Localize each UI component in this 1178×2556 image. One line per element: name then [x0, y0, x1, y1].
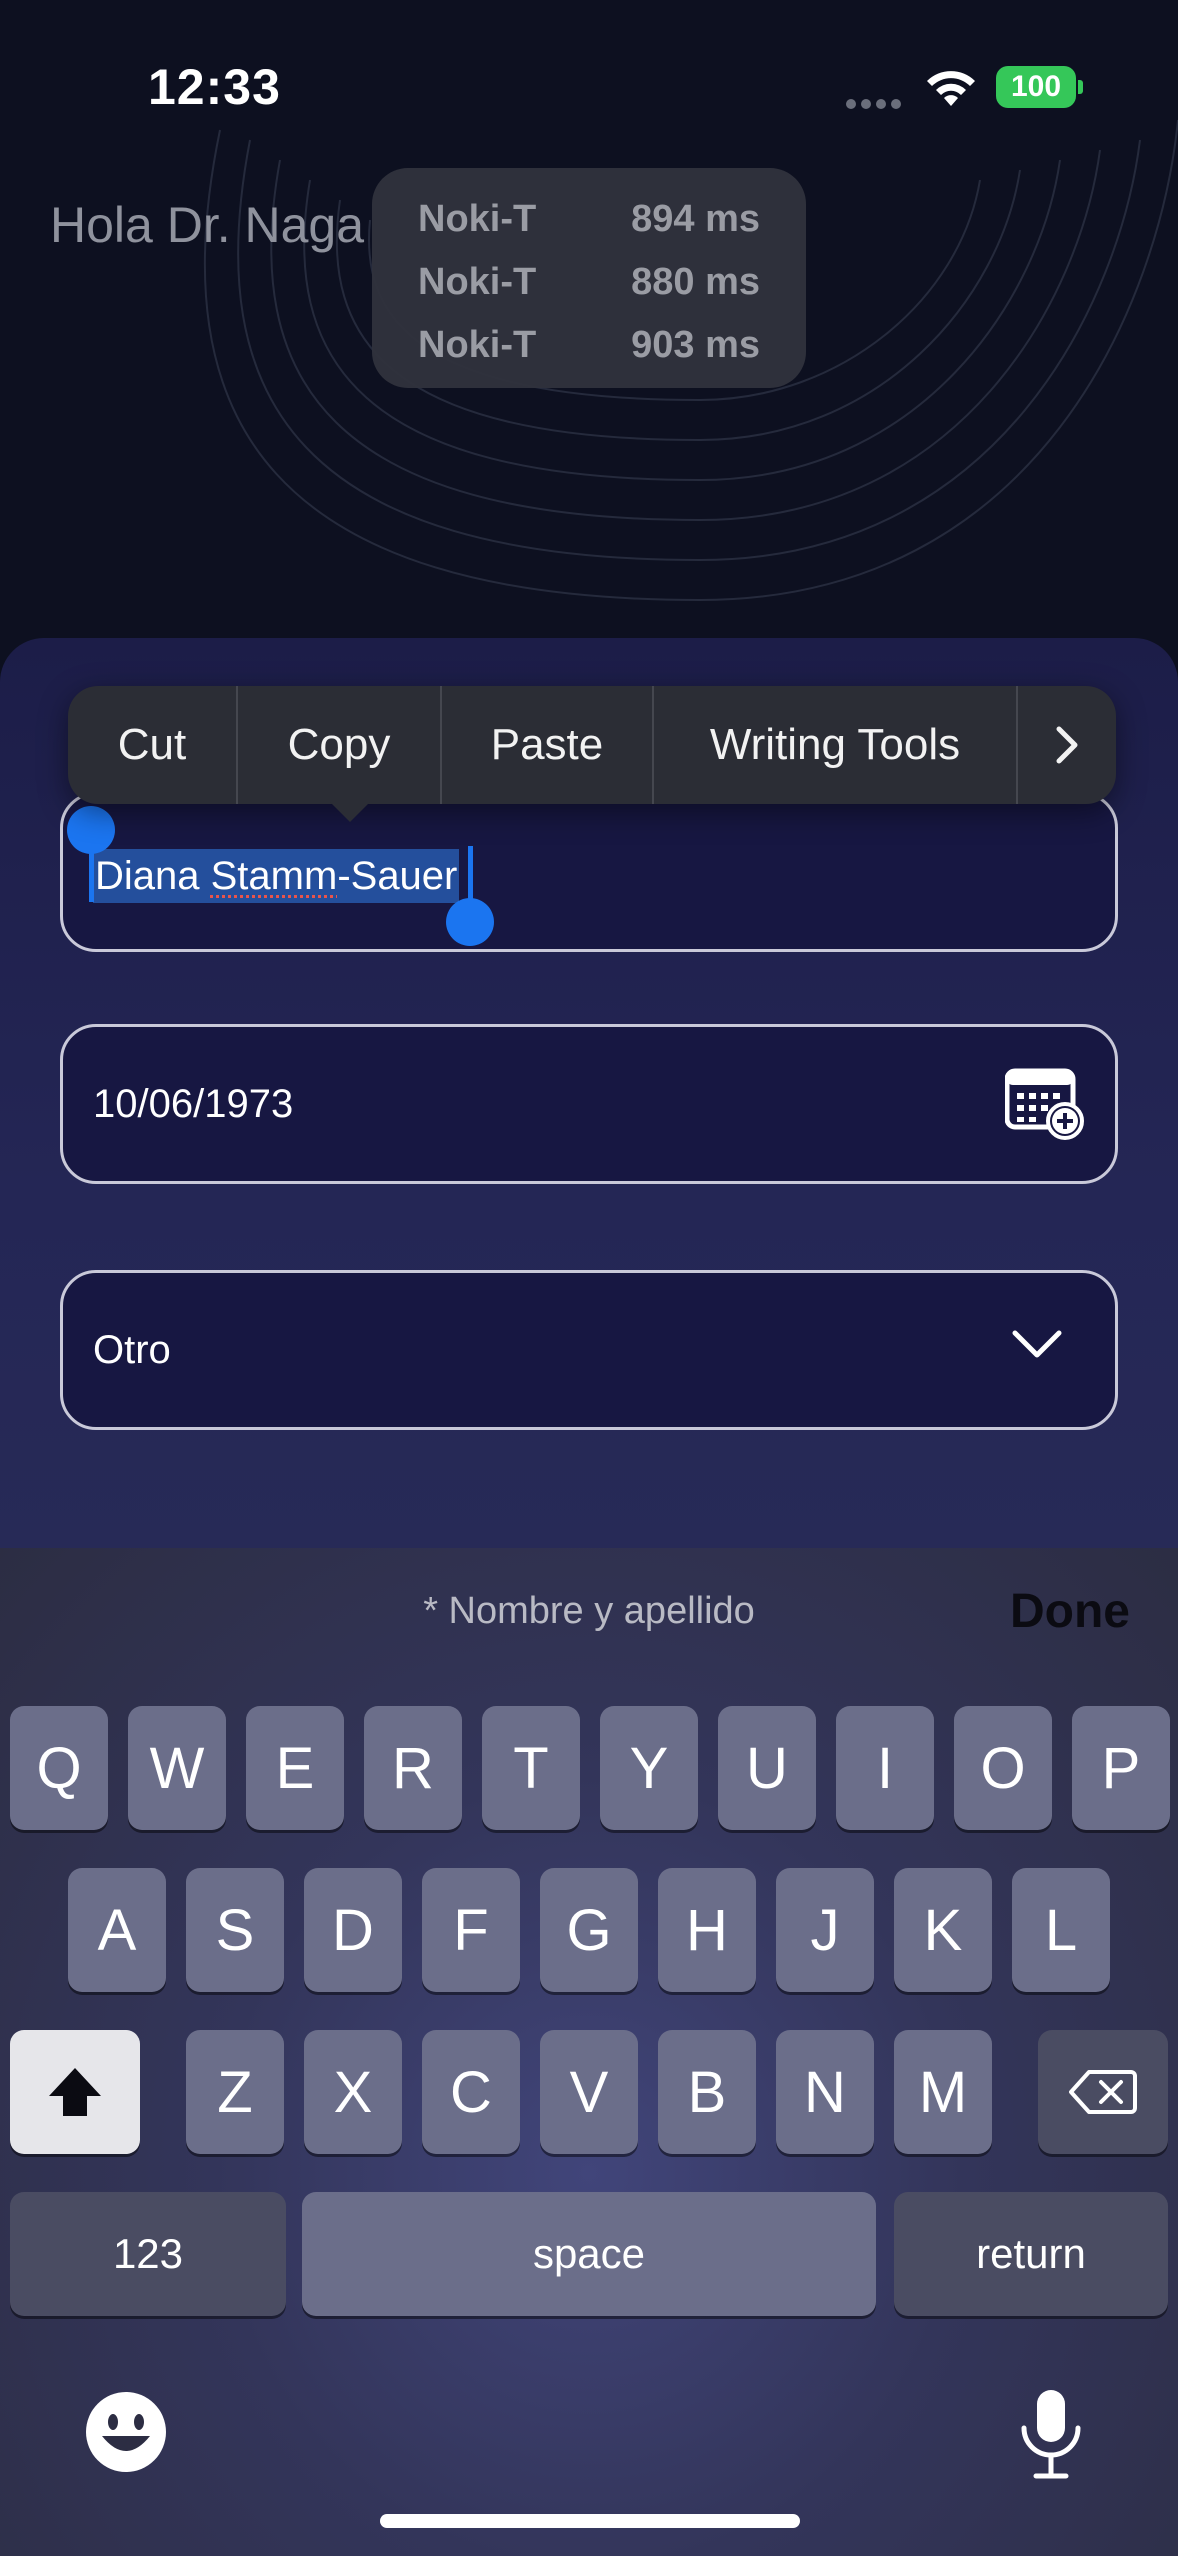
key-c[interactable]: C — [422, 2030, 520, 2154]
key-o[interactable]: O — [954, 1706, 1052, 1830]
latency-row: Noki-T 894 ms — [418, 188, 760, 251]
latency-row: Noki-T 903 ms — [418, 314, 760, 377]
more-menu-button[interactable] — [1018, 686, 1116, 804]
key-b[interactable]: B — [658, 2030, 756, 2154]
gender-select[interactable]: Otro — [60, 1270, 1118, 1430]
key-i[interactable]: I — [836, 1706, 934, 1830]
selection-end-bar — [468, 846, 473, 902]
latency-name: Noki-T — [418, 261, 537, 303]
delete-key[interactable] — [1038, 2030, 1168, 2154]
selected-name-text[interactable]: Diana Stamm-Sauer — [93, 849, 460, 903]
paste-menu-item[interactable]: Paste — [442, 686, 654, 804]
selection-start-bar — [89, 846, 94, 902]
key-m[interactable]: M — [894, 2030, 992, 2154]
return-key[interactable]: return — [894, 2192, 1168, 2316]
delete-icon — [1069, 2070, 1137, 2114]
battery-indicator: 100 — [996, 66, 1076, 108]
microphone-icon[interactable] — [1018, 2388, 1084, 2480]
selection-start-handle[interactable] — [67, 806, 115, 854]
key-e[interactable]: E — [246, 1706, 344, 1830]
birthdate-field[interactable]: 10/06/1973 — [60, 1024, 1118, 1184]
key-s[interactable]: S — [186, 1868, 284, 1992]
key-k[interactable]: K — [894, 1868, 992, 1992]
gender-value: Otro — [93, 1328, 171, 1372]
chevron-right-icon — [1056, 726, 1078, 764]
name-text-first: Diana — [95, 854, 211, 898]
latency-overlay: Noki-T 894 ms Noki-T 880 ms Noki-T 903 m… — [372, 168, 806, 388]
status-time: 12:33 — [148, 59, 281, 115]
copy-menu-item[interactable]: Copy — [238, 686, 442, 804]
cellular-signal-icon — [846, 96, 906, 109]
context-menu-pointer — [330, 802, 370, 822]
done-button[interactable]: Done — [1010, 1584, 1130, 1639]
shift-key[interactable] — [10, 2030, 140, 2154]
battery-tip — [1078, 80, 1083, 94]
key-h[interactable]: H — [658, 1868, 756, 1992]
key-f[interactable]: F — [422, 1868, 520, 1992]
key-g[interactable]: G — [540, 1868, 638, 1992]
latency-name: Noki-T — [418, 324, 537, 366]
name-field[interactable]: Diana Stamm-Sauer — [60, 792, 1118, 952]
key-q[interactable]: Q — [10, 1706, 108, 1830]
birthdate-value: 10/06/1973 — [93, 1082, 294, 1126]
key-j[interactable]: J — [776, 1868, 874, 1992]
chevron-down-icon — [1012, 1330, 1062, 1358]
key-p[interactable]: P — [1072, 1706, 1170, 1830]
key-w[interactable]: W — [128, 1706, 226, 1830]
key-a[interactable]: A — [68, 1868, 166, 1992]
key-u[interactable]: U — [718, 1706, 816, 1830]
name-text-rest: -Sauer — [337, 854, 458, 898]
name-text-misspelled: Stamm — [210, 854, 338, 898]
latency-value: 894 ms — [631, 198, 760, 240]
key-v[interactable]: V — [540, 2030, 638, 2154]
cut-menu-item[interactable]: Cut — [68, 686, 238, 804]
key-x[interactable]: X — [304, 2030, 402, 2154]
key-n[interactable]: N — [776, 2030, 874, 2154]
latency-row: Noki-T 880 ms — [418, 251, 760, 314]
keyboard-field-hint: * Nombre y apellido — [423, 1590, 755, 1632]
keyboard-toolbar: * Nombre y apellido Done — [0, 1548, 1178, 1682]
emoji-icon[interactable] — [84, 2390, 168, 2474]
numbers-key[interactable]: 123 — [10, 2192, 286, 2316]
latency-value: 903 ms — [631, 324, 760, 366]
space-key[interactable]: space — [302, 2192, 876, 2316]
key-d[interactable]: D — [304, 1868, 402, 1992]
key-z[interactable]: Z — [186, 2030, 284, 2154]
latency-value: 880 ms — [631, 261, 760, 303]
wifi-icon — [927, 71, 975, 106]
shift-icon — [49, 2068, 101, 2116]
home-indicator — [380, 2514, 800, 2528]
key-r[interactable]: R — [364, 1706, 462, 1830]
calendar-add-icon[interactable] — [1005, 1067, 1085, 1141]
key-t[interactable]: T — [482, 1706, 580, 1830]
key-l[interactable]: L — [1012, 1868, 1110, 1992]
key-y[interactable]: Y — [600, 1706, 698, 1830]
writing-tools-menu-item[interactable]: Writing Tools — [654, 686, 1018, 804]
latency-name: Noki-T — [418, 198, 537, 240]
text-context-menu: Cut Copy Paste Writing Tools — [68, 686, 1116, 822]
greeting-text: Hola Dr. Naga — [50, 197, 365, 253]
selection-end-handle[interactable] — [446, 898, 494, 946]
